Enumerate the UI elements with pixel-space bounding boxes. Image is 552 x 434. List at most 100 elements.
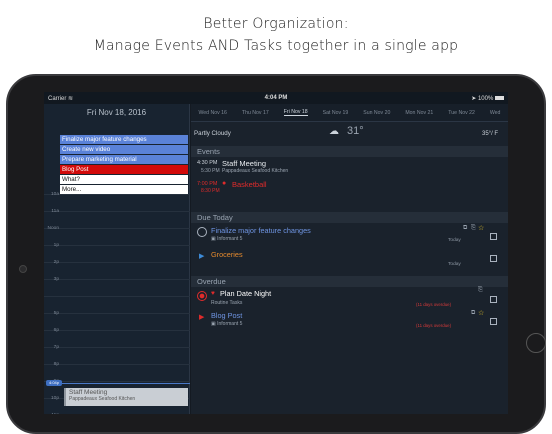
list-icon: ▣ <box>211 236 216 242</box>
event-start: 4:30 PM <box>197 160 218 166</box>
day-task-banner[interactable]: Create new video <box>60 145 188 154</box>
task-title: Plan Date Night <box>220 289 272 298</box>
star-icon[interactable]: ☆ <box>478 309 484 317</box>
caption-line-1: Better Organization: <box>203 16 349 32</box>
hour-label: 10a <box>50 192 59 197</box>
hour-row[interactable]: 11a <box>44 209 190 228</box>
day-task-banner[interactable]: Finalize major feature changes <box>60 135 188 144</box>
hour-label: 8p <box>53 362 59 367</box>
week-day-5[interactable]: Mon Nov 21 <box>405 110 433 116</box>
star-icon[interactable]: ☆ <box>478 224 484 232</box>
week-strip: Wed Nov 16 Thu Nov 17 Fri Nov 18 Sat Nov 19… <box>191 104 508 122</box>
hour-row[interactable]: 10a <box>44 192 190 211</box>
overdue-label: (11 days overdue) <box>416 323 452 328</box>
task-checkbox[interactable] <box>490 296 497 303</box>
cloud-icon: ☁ <box>329 126 339 137</box>
task-row-groceries[interactable]: ▶ Groceries Today <box>191 250 508 270</box>
week-day-0[interactable]: Wed Nov 16 <box>198 110 226 116</box>
hour-label: Noon <box>47 226 59 231</box>
task-row-finalize[interactable]: Finalize major feature changes ▣ Informa… <box>191 224 508 248</box>
hour-label: 7p <box>53 345 59 350</box>
hour-row[interactable]: 7p <box>44 345 190 364</box>
hour-label: 2p <box>53 260 59 265</box>
basketball-icon: ● <box>222 180 227 187</box>
weather-condition: Partly Cloudy <box>194 130 231 137</box>
agenda-pane: Wed Nov 16 Thu Nov 17 Fri Nov 18 Sat Nov 19… <box>191 104 508 414</box>
day-event-title: Staff Meeting <box>69 389 108 396</box>
event-row-staff-meeting[interactable]: 4:30 PM 5:30 PM Staff Meeting Pappadeaux… <box>191 159 508 180</box>
week-day-4[interactable]: Sun Nov 20 <box>363 110 390 116</box>
day-task-banner[interactable]: Prepare marketing material <box>60 155 188 164</box>
hour-row[interactable] <box>44 296 190 313</box>
current-time-line <box>60 383 190 384</box>
event-title: Staff Meeting <box>222 159 267 168</box>
hour-row[interactable]: 3p <box>44 277 190 296</box>
hour-label: 10p <box>50 396 59 401</box>
overdue-label: (11 days overdue) <box>416 302 452 307</box>
section-events: Events <box>191 146 508 157</box>
hour-row[interactable]: 6p <box>44 328 190 347</box>
attachment-icon: ⎘ <box>471 225 476 231</box>
event-start: 7:00 PM <box>197 181 218 187</box>
week-day-3[interactable]: Sat Nov 19 <box>323 110 349 116</box>
hour-label: 5p <box>53 311 59 316</box>
play-icon: ▶ <box>199 314 205 321</box>
week-day-1[interactable]: Thu Nov 17 <box>242 110 269 116</box>
task-checkbox[interactable] <box>490 233 497 240</box>
status-bar: Carrier ≋ 4:04 PM ➤ 100% <box>44 92 508 104</box>
status-time: 4:04 PM <box>264 95 288 101</box>
weather-row: Partly Cloudy ☁ 31° 35°/ F <box>191 123 508 145</box>
hour-label: 3p <box>53 277 59 282</box>
day-view-pane: Fri Nov 18, 2016 Finalize major feature … <box>44 104 190 414</box>
app-screen: Carrier ≋ 4:04 PM ➤ 100% Fri Nov 18, 201… <box>44 92 508 414</box>
attachment-icon: ⎘ <box>478 287 483 293</box>
wine-icon: ♥ <box>211 290 215 297</box>
hour-label: 6p <box>53 328 59 333</box>
day-task-banner[interactable]: What? <box>60 175 188 184</box>
task-row-date-night[interactable]: ♥ Plan Date Night Routine Tasks (11 days… <box>191 287 508 310</box>
task-complete-circle[interactable] <box>197 227 207 237</box>
event-row-basketball[interactable]: 7:00 PM 8:30 PM ● Basketball <box>191 180 508 197</box>
hour-row[interactable]: 1p <box>44 243 190 262</box>
hour-row[interactable]: 5p <box>44 311 190 330</box>
task-title: Finalize major feature changes <box>211 226 311 235</box>
current-time-tag: 4:04p <box>46 380 62 386</box>
weather-hilo: 35°/ F <box>482 131 499 137</box>
section-due-today: Due Today <box>191 212 508 223</box>
week-day-6[interactable]: Tue Nov 22 <box>448 110 475 116</box>
hour-row[interactable]: 2p <box>44 260 190 279</box>
task-row-blog-post[interactable]: ▶ Blog Post ▣ Informant 5 (11 days overd… <box>191 309 508 333</box>
hour-row[interactable]: 8p <box>44 362 190 381</box>
task-title: Groceries <box>211 250 243 259</box>
list-icon: ▣ <box>211 321 216 327</box>
hour-label: 11a <box>51 209 59 214</box>
hour-row[interactable]: Noon <box>44 226 190 245</box>
task-project: Routine Tasks <box>211 300 243 306</box>
caption-line-2: Manage Events AND Tasks together in a si… <box>93 38 459 54</box>
day-view-date[interactable]: Fri Nov 18, 2016 <box>44 104 189 122</box>
task-checkbox[interactable] <box>490 318 497 325</box>
camera-icon <box>19 265 27 273</box>
task-due: Today <box>448 238 461 243</box>
week-day-2[interactable]: Fri Nov 18 <box>283 109 308 116</box>
task-complete-circle[interactable] <box>197 291 207 301</box>
task-title: Blog Post <box>211 311 243 320</box>
task-checkbox[interactable] <box>490 255 497 262</box>
day-task-banner[interactable]: Blog Post <box>60 165 188 174</box>
task-project: ▣ Informant 5 <box>211 236 243 242</box>
weather-temp: 31° <box>347 125 364 137</box>
task-due: Today <box>448 262 461 267</box>
home-button[interactable] <box>526 333 546 353</box>
task-project: ▣ Informant 5 <box>211 321 243 327</box>
note-icon: ⧉ <box>463 225 468 231</box>
section-overdue: Overdue <box>191 276 508 287</box>
event-end: 8:30 PM <box>201 188 220 194</box>
play-icon: ▶ <box>199 253 205 260</box>
day-task-banner[interactable]: More... <box>60 185 188 194</box>
note-icon: ⧉ <box>471 310 476 316</box>
day-event-location: Pappadeaux Seafood Kitchen <box>69 396 136 402</box>
event-location: Pappadeaux Seafood Kitchen <box>222 168 289 174</box>
day-event-staff-meeting[interactable]: Staff Meeting Pappadeaux Seafood Kitchen <box>64 388 188 406</box>
event-title: Basketball <box>232 180 267 189</box>
week-day-7[interactable]: Wed <box>490 110 501 116</box>
